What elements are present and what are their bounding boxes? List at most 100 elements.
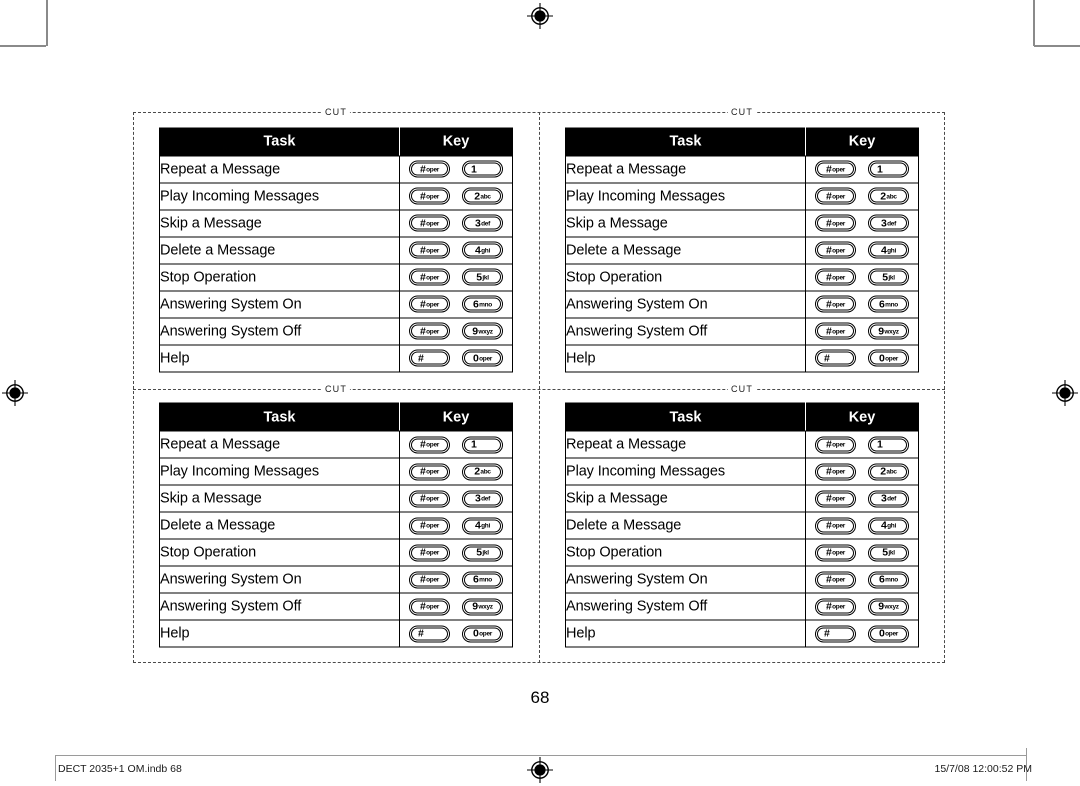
key-sublabel: abc [886, 193, 897, 200]
key-face: # oper [409, 269, 450, 286]
task-label: Answering System Off [159, 317, 400, 346]
key-digit: # [824, 627, 830, 640]
key-sublabel: mno [885, 301, 898, 308]
key-digit: # [825, 573, 832, 586]
key-combo: # oper 6 mno [806, 295, 918, 313]
key-digit: # [419, 325, 426, 337]
key-combo-cell: # oper 1 [805, 155, 919, 184]
key-face: 9 wxyz [462, 323, 503, 340]
key-sublabel: oper [426, 247, 440, 254]
key-face: # oper [409, 242, 450, 259]
key-sublabel: mno [479, 576, 492, 584]
registration-mark-left [2, 380, 28, 406]
key-digit: 0 [472, 352, 479, 364]
phone-key-second-7: 0 oper [868, 349, 909, 367]
key-face: 2 abc [462, 463, 503, 480]
table-row: Delete a Message # oper 4 ghi [565, 236, 919, 265]
phone-key-second-4: 5 jkl [868, 268, 909, 286]
key-digit: 6 [473, 573, 479, 586]
column-header-task: Task [565, 402, 806, 432]
key-sublabel: abc [886, 468, 897, 476]
key-face: 4 ghi [462, 517, 503, 534]
phone-key-first-5: # oper [409, 571, 450, 589]
column-header-task: Task [565, 127, 806, 157]
key-face: # oper [409, 490, 450, 507]
key-sublabel: oper [832, 274, 846, 281]
key-combo: # oper 2 abc [400, 187, 512, 205]
key-combo-cell: # oper 1 [399, 430, 513, 459]
key-face: # [815, 350, 856, 367]
key-combo-cell: #0 oper [399, 344, 513, 373]
task-label: Stop Operation [159, 263, 400, 292]
phone-key-second-7: 0 oper [462, 349, 503, 367]
key-sublabel: oper [426, 301, 440, 308]
phone-key-second-5: 6 mno [868, 295, 909, 313]
key-face: 2 abc [462, 188, 503, 205]
key-combo-cell: # oper 4 ghi [399, 236, 513, 265]
key-face: # oper [409, 188, 450, 205]
key-digit: # [419, 492, 426, 505]
phone-key-first-7: # [815, 349, 856, 367]
key-combo: # oper 5 jkl [400, 268, 512, 286]
key-digit: # [419, 163, 426, 175]
key-face: 5 jkl [462, 269, 503, 286]
table-row: Stop Operation # oper 5 jkl [159, 538, 513, 567]
key-combo: # oper 9 wxyz [400, 322, 512, 340]
key-digit: # [419, 271, 426, 283]
table-row: Play Incoming Messages # oper 2 abc [159, 457, 513, 486]
key-combo-cell: # oper 3 def [399, 209, 513, 238]
table-header-row: Task Key [159, 127, 513, 157]
registration-mark-top-icon [527, 3, 553, 29]
phone-key-first-4: # oper [815, 544, 856, 562]
phone-key-second-2: 3 def [462, 214, 503, 232]
key-combo: # oper 9 wxyz [806, 598, 918, 616]
crop-mark-top-left-horizontal [0, 45, 46, 47]
key-face: # oper [815, 242, 856, 259]
phone-key-first-3: # oper [409, 517, 450, 535]
key-combo: #0 oper [806, 625, 918, 643]
key-digit: 2 [880, 465, 886, 478]
key-face: 1 [462, 436, 503, 453]
key-sublabel: oper [426, 549, 440, 557]
key-digit: # [825, 438, 832, 451]
task-label: Repeat a Message [159, 155, 400, 184]
key-digit: 3 [475, 492, 481, 505]
key-combo-cell: # oper 4 ghi [805, 236, 919, 265]
phone-key-second-1: 2 abc [462, 187, 503, 205]
key-sublabel: oper [832, 166, 846, 173]
key-combo-cell: # oper 5 jkl [805, 538, 919, 567]
footer-rule-left-tick [55, 755, 56, 781]
key-combo: # oper 4 ghi [400, 517, 512, 535]
phone-key-second-0: 1 [868, 160, 909, 178]
key-face: # oper [409, 598, 450, 615]
column-header-key: Key [805, 402, 919, 432]
key-face: # oper [409, 323, 450, 340]
table-row: Repeat a Message # oper 1 [159, 430, 513, 459]
key-sublabel: oper [426, 441, 440, 449]
key-sublabel: ghi [887, 247, 896, 254]
key-digit: # [825, 190, 832, 202]
table-row: Help #0 oper [159, 619, 513, 648]
key-sublabel: jkl [482, 549, 489, 557]
column-header-key: Key [399, 127, 513, 157]
key-sublabel: oper [832, 549, 846, 557]
key-combo: # oper 3 def [400, 214, 512, 232]
key-digit: 3 [881, 492, 887, 505]
key-face: 4 ghi [462, 242, 503, 259]
key-combo: # oper 5 jkl [806, 544, 918, 562]
key-combo-cell: # oper 2 abc [805, 457, 919, 486]
key-sublabel: jkl [888, 274, 895, 281]
key-sublabel: oper [426, 166, 440, 173]
key-face: # [409, 350, 450, 367]
phone-key-first-0: # oper [815, 160, 856, 178]
key-face: # oper [815, 436, 856, 453]
table-row: Skip a Message # oper 3 def [565, 209, 919, 238]
key-sublabel: mno [479, 301, 492, 308]
key-face: 3 def [462, 215, 503, 232]
key-digit: # [825, 163, 832, 175]
crop-mark-top-right-horizontal [1034, 45, 1080, 47]
registration-mark-top [527, 3, 553, 29]
key-sublabel: jkl [482, 274, 489, 281]
key-face: 1 [462, 161, 503, 178]
table-row: Help #0 oper [565, 344, 919, 373]
